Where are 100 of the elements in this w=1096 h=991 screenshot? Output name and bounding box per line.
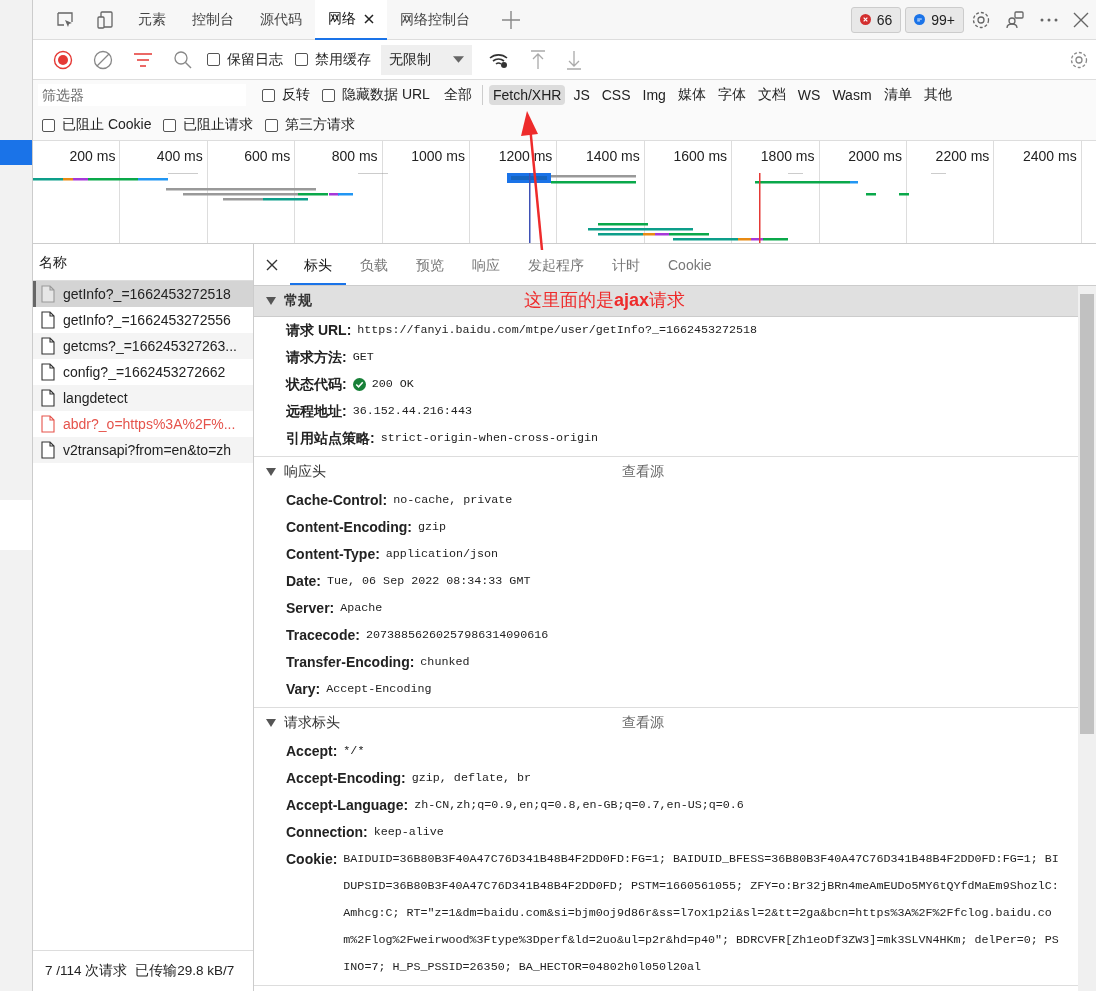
- message-count-badge[interactable]: 99+: [905, 6, 964, 33]
- request-row[interactable]: v2transapi?from=en&to=zh: [33, 437, 253, 463]
- details-tab[interactable]: 标头: [290, 244, 346, 285]
- header-value: BAIDUID=36B80B3F40A47C76D341B48B4F2DD0FD:FG=1; BAIDUID_BFESS=36B80B3F40A47C76D341B48B4F2DD0FD:FG=1; BIDUPSID=36B80B3F40A47C76D341B48B4F2DD0FD; PSTM=1660561055; ZFY=o:Br32jBRn4meAmEUDo5MY6tQYfdMaEm9ShozlC:Amhcg:C; RT="z=1&dm=baidu.com&si=bjm0oj9d86r&ss=l7ox1p2i&sl=2&tt=2ga&bcn=https%3A%2F%2Ffclog.baidu.com%2Flog%2Fweirwood%3Ftype%3Dperf&ld=2uo&ul=p2r&hd=p40"; BDRCVFR[Zh1eoDf3ZW3]=mk3SLVN4HKm; delPer=0; PSINO=7; H_PS_PSSID=26350; BA_HECTOR=04802h0l050l20al: [343, 851, 1060, 976]
- devtools-tab[interactable]: 网络控制台: [387, 0, 483, 40]
- type-filter-button[interactable]: 媒体: [673, 84, 710, 106]
- header-value: Tue, 06 Sep 2022 08:34:33 GMT: [327, 573, 531, 590]
- close-icon[interactable]: [364, 13, 374, 24]
- request-row[interactable]: abdr?_o=https%3A%2F%...: [33, 411, 253, 437]
- type-filter-button[interactable]: 清单: [879, 84, 916, 106]
- add-tab-icon[interactable]: [501, 9, 521, 30]
- people-icon[interactable]: [1005, 9, 1025, 30]
- transferred-size: 已传输29.8 kB/7: [135, 962, 235, 980]
- header-value: keep-alive: [373, 824, 444, 841]
- caret-icon: [453, 56, 464, 63]
- document-icon: [41, 415, 55, 433]
- checkbox[interactable]: 已阻止请求: [163, 116, 254, 134]
- success-check-icon: [352, 378, 366, 391]
- header-name: 状态代码:: [286, 375, 347, 394]
- header-name: Tracecode:: [286, 626, 360, 645]
- details-tab[interactable]: 计时: [598, 244, 654, 285]
- type-filter-button[interactable]: 文档: [753, 84, 790, 106]
- document-icon: [41, 311, 55, 329]
- request-row[interactable]: getInfo?_=1662453272518: [33, 281, 253, 307]
- header-value: */*: [343, 743, 365, 760]
- header-value: chunked: [420, 654, 470, 671]
- request-row[interactable]: getcms?_=166245327263...: [33, 333, 253, 359]
- expand-triangle-icon[interactable]: [266, 297, 276, 305]
- header-value: Apache: [340, 600, 383, 617]
- upload-icon[interactable]: [530, 49, 546, 70]
- header-value: 20738856260257986314090616: [365, 627, 549, 644]
- type-filter-button[interactable]: Img: [638, 85, 670, 105]
- type-filter-button[interactable]: CSS: [597, 85, 635, 105]
- close-icon[interactable]: [266, 258, 278, 271]
- type-filter-button[interactable]: Wasm: [828, 85, 876, 105]
- details-tab[interactable]: 响应: [458, 244, 514, 285]
- header-value: application/json: [385, 546, 499, 563]
- checkbox[interactable]: 反转: [262, 86, 310, 104]
- type-filter-button[interactable]: 其他: [919, 84, 956, 106]
- header-name: Accept:: [286, 742, 338, 761]
- section-header[interactable]: 请求标头 查看源: [254, 708, 1078, 738]
- settings-icon[interactable]: [1069, 49, 1089, 70]
- devtools-tab[interactable]: 控制台: [179, 0, 247, 40]
- section-header[interactable]: 响应头 查看源: [254, 457, 1078, 487]
- checkbox[interactable]: 保留日志: [207, 50, 283, 69]
- request-row[interactable]: langdetect: [33, 385, 253, 411]
- record-stop-icon[interactable]: [53, 49, 73, 70]
- more-icon[interactable]: [1039, 16, 1059, 23]
- devtools-tab[interactable]: 源代码: [247, 0, 315, 40]
- type-filter-button[interactable]: WS: [793, 85, 825, 105]
- header-name: 请求方法:: [286, 348, 347, 367]
- settings-icon[interactable]: [971, 9, 991, 30]
- error-count-badge[interactable]: 66: [850, 6, 902, 33]
- header-value: GET: [352, 349, 374, 366]
- header-name: Vary:: [286, 680, 321, 699]
- header-value: 200 OK: [371, 376, 414, 393]
- document-icon: [41, 337, 55, 355]
- expand-triangle-icon[interactable]: [266, 468, 276, 476]
- view-source-link[interactable]: 查看源: [622, 463, 664, 481]
- type-filter-button[interactable]: 字体: [713, 84, 750, 106]
- header-value: no-cache, private: [393, 492, 513, 509]
- header-value: Accept-Encoding: [326, 681, 432, 698]
- document-icon: [41, 441, 55, 459]
- details-tab[interactable]: 发起程序: [514, 244, 598, 285]
- type-filter-button[interactable]: 全部: [439, 84, 476, 106]
- header-name: 引用站点策略:: [286, 429, 375, 448]
- details-tab[interactable]: Cookie: [654, 244, 726, 285]
- search-icon[interactable]: [173, 49, 193, 70]
- details-tab[interactable]: 预览: [402, 244, 458, 285]
- header-name: Accept-Encoding:: [286, 769, 406, 788]
- download-icon[interactable]: [566, 49, 582, 70]
- header-value: 36.152.44.216:443: [352, 403, 472, 420]
- type-filter-button[interactable]: JS: [569, 85, 594, 105]
- clear-icon[interactable]: [93, 49, 113, 70]
- request-row[interactable]: config?_=1662453272662: [33, 359, 253, 385]
- annotation-text: 这里面的是ajax请求: [524, 289, 686, 312]
- checkbox[interactable]: 已阻止 Cookie: [42, 116, 152, 134]
- view-source-link[interactable]: 查看源: [622, 714, 664, 732]
- filter-icon[interactable]: [133, 51, 153, 68]
- header-name: Server:: [286, 599, 335, 618]
- type-filter-button[interactable]: Fetch/XHR: [488, 85, 566, 105]
- header-value: https://fanyi.baidu.com/mtpe/user/getInfo?_=1662453272518: [357, 322, 758, 339]
- header-name: Date:: [286, 572, 321, 591]
- checkbox[interactable]: 第三方请求: [265, 116, 356, 134]
- details-tab[interactable]: 负载: [346, 244, 402, 285]
- scrollbar-thumb[interactable]: [1080, 294, 1094, 734]
- devtools-tab[interactable]: 元素: [125, 0, 179, 40]
- header-name: Connection:: [286, 823, 368, 842]
- expand-triangle-icon[interactable]: [266, 719, 276, 727]
- checkbox[interactable]: 禁用缓存: [295, 50, 371, 69]
- device-icon[interactable]: [95, 9, 115, 30]
- time-tick-label: 1000 ms: [382, 141, 470, 243]
- devtools-tab[interactable]: 网络: [315, 0, 387, 40]
- header-name: Transfer-Encoding:: [286, 653, 415, 672]
- filter-field[interactable]: 筛选器: [38, 84, 246, 106]
- document-icon: [41, 285, 55, 303]
- request-row[interactable]: getInfo?_=1662453272556: [33, 307, 253, 333]
- header-name: 远程地址:: [286, 402, 347, 421]
- checkbox[interactable]: 隐藏数据 URL: [322, 86, 430, 104]
- throttle-dropdown[interactable]: 无限制: [381, 44, 472, 75]
